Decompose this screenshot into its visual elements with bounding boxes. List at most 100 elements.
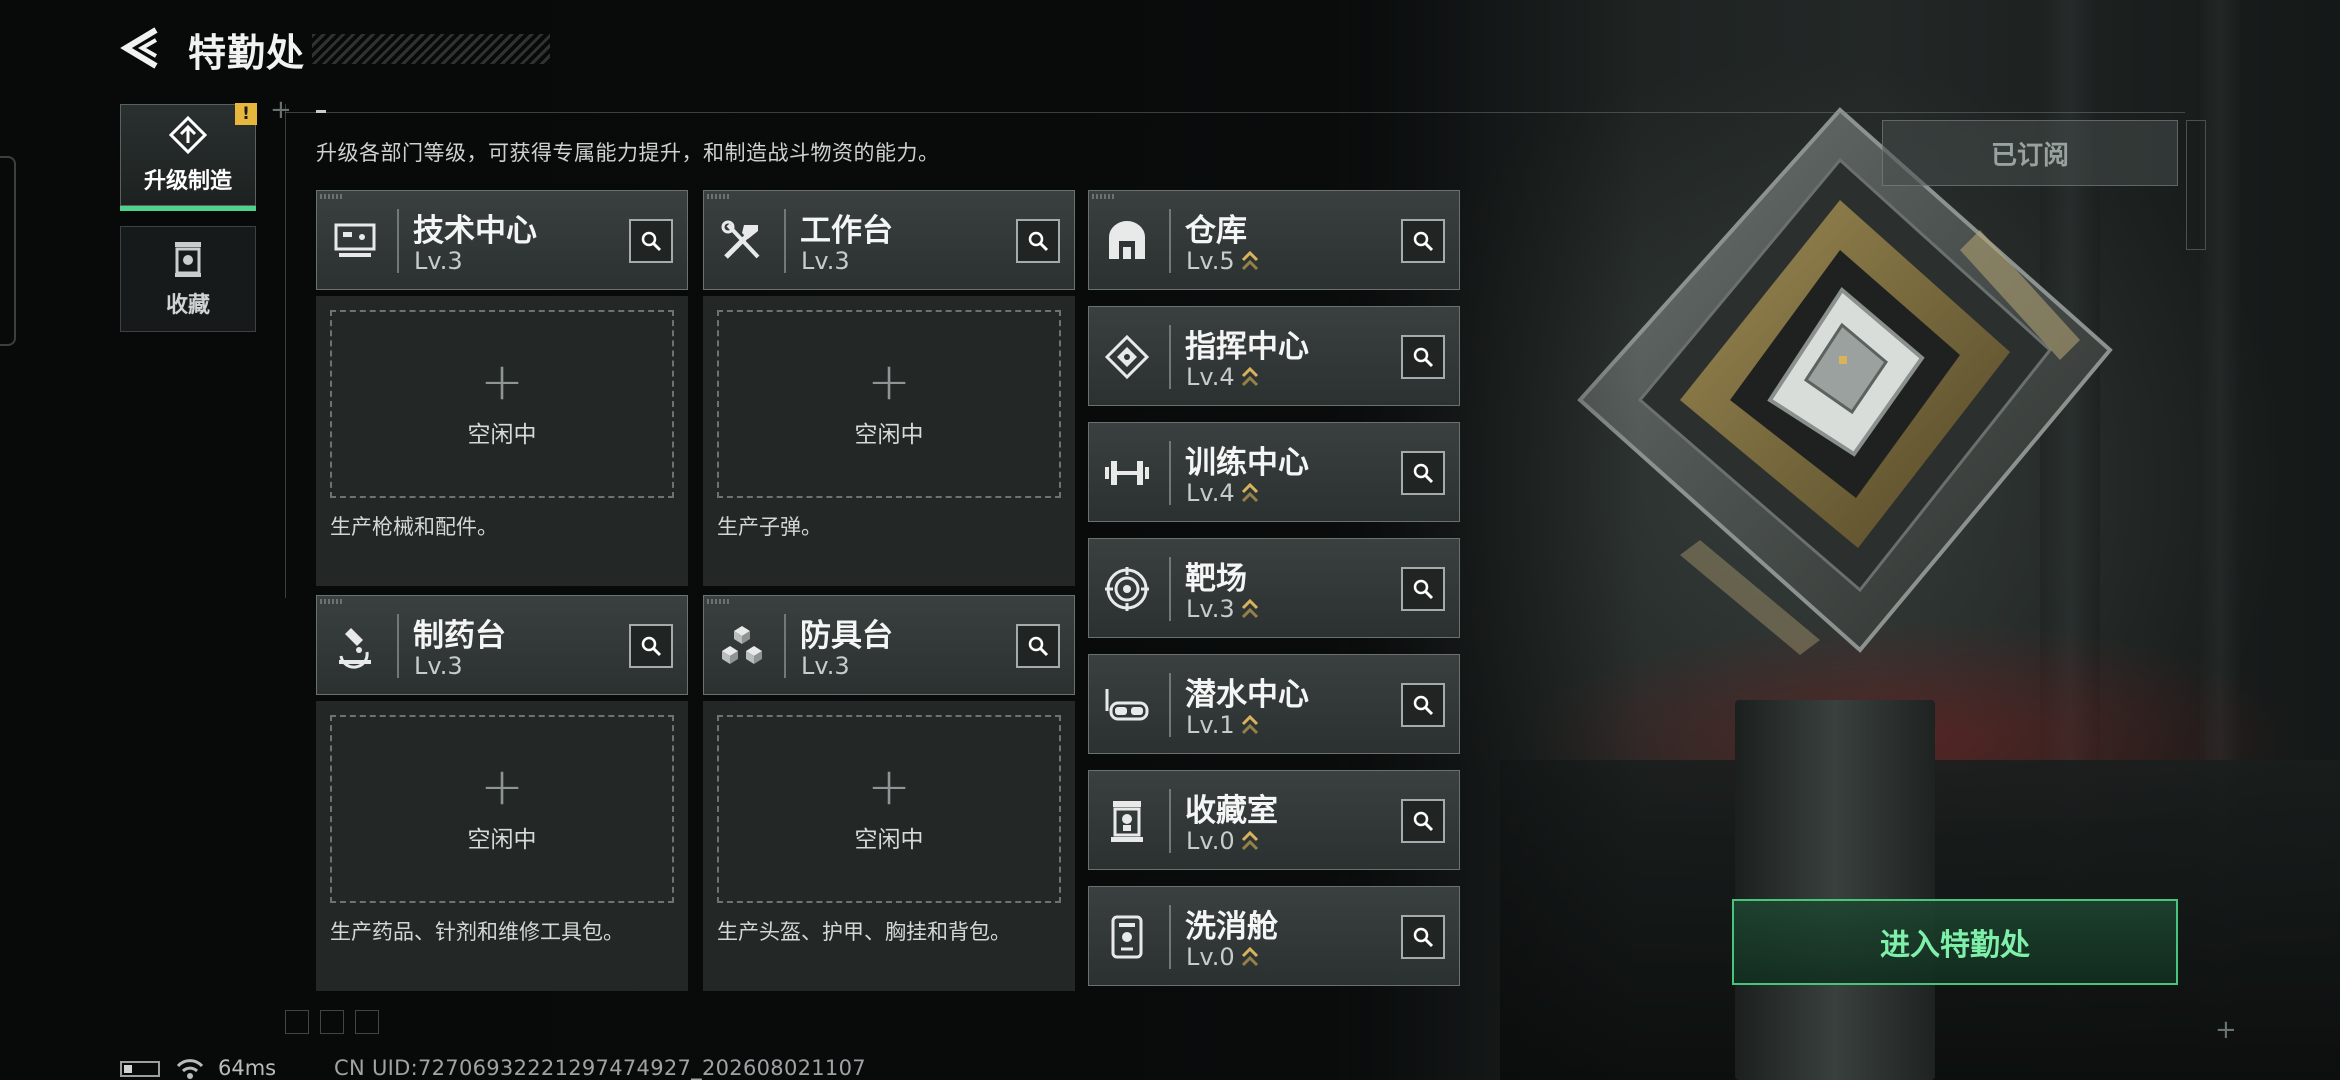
facility-card-diving-center[interactable]: 潜水中心 Lv.1 (1088, 654, 1460, 754)
level-text: Lv.4 (1186, 363, 1235, 391)
frame-corner-mark: + (2215, 1015, 2237, 1045)
slot-status: 空闲中 (467, 827, 537, 853)
production-slot[interactable]: + 空闲中 (330, 715, 674, 903)
facility-description: 生产枪械和配件。 (330, 515, 498, 539)
inspect-button[interactable] (1401, 915, 1445, 959)
upgrade-available-icon (1241, 482, 1258, 503)
add-icon: + (480, 757, 524, 817)
tab-label: 升级制造 (143, 169, 232, 194)
level-text: Lv.0 (1186, 943, 1235, 971)
level-text: Lv.4 (1186, 479, 1235, 507)
inspect-button[interactable] (629, 219, 673, 263)
production-slot[interactable]: + 空闲中 (717, 310, 1061, 498)
facility-description: 生产头盔、护甲、胸挂和背包。 (717, 920, 1011, 944)
facility-card-tech-center[interactable]: 技术中心 Lv.3 (316, 190, 688, 290)
facility-level: Lv.4 (1186, 479, 1259, 507)
facility-name: 洗消舱 (1185, 909, 1278, 945)
facility-card-pharmacy[interactable]: 制药台 Lv.3 (316, 595, 688, 695)
decon-pod-icon (1111, 915, 1143, 959)
tab-label: 收藏 (165, 293, 210, 318)
target-icon (1105, 567, 1149, 611)
facility-level: Lv.3 (414, 652, 463, 680)
enter-special-ops-button[interactable]: 进入特勤处 (1732, 899, 2178, 985)
facility-card-collection-room[interactable]: 收藏室 Lv.0 (1088, 770, 1460, 870)
frame-divider (285, 104, 286, 598)
search-icon (1028, 636, 1049, 657)
facility-card-armory[interactable]: 防具台 Lv.3 (703, 595, 1075, 695)
inspect-button[interactable] (1401, 335, 1445, 379)
inspect-button[interactable] (1016, 219, 1060, 263)
search-icon (1413, 579, 1434, 600)
inspect-button[interactable] (1401, 567, 1445, 611)
ping-readout: 64ms (218, 1056, 277, 1080)
slot-status: 空闲中 (854, 422, 924, 448)
subscribed-button[interactable]: 已订阅 (1882, 120, 2178, 186)
facility-level: Lv.1 (1186, 711, 1259, 739)
dumbbell-icon (1105, 461, 1149, 485)
inspect-button[interactable] (1401, 799, 1445, 843)
title-decoration (312, 34, 550, 64)
inspect-button[interactable] (1401, 451, 1445, 495)
facility-name: 仓库 (1185, 213, 1247, 249)
frame-marker (316, 110, 326, 113)
upgrade-available-icon (1241, 830, 1258, 851)
screen-edge-tab (0, 156, 16, 346)
microscope-icon (339, 628, 371, 669)
inspect-button[interactable] (1401, 219, 1445, 263)
facility-name: 技术中心 (413, 213, 537, 249)
search-icon (1028, 231, 1049, 252)
inspect-button[interactable] (1016, 624, 1060, 668)
back-arrow-icon[interactable] (120, 26, 164, 70)
tab-collection[interactable]: 收藏 (120, 226, 256, 332)
inspect-button[interactable] (629, 624, 673, 668)
upgrade-available-icon (1241, 250, 1258, 271)
facility-name: 收藏室 (1185, 793, 1278, 829)
facility-level: Lv.5 (1186, 247, 1259, 275)
facility-card-workbench[interactable]: 工作台 Lv.3 (703, 190, 1075, 290)
slot-status: 空闲中 (854, 827, 924, 853)
facility-name: 靶场 (1185, 561, 1247, 597)
facility-card-decon-pod[interactable]: 洗消舱 Lv.0 (1088, 886, 1460, 986)
facility-card-training-center[interactable]: 训练中心 Lv.4 (1088, 422, 1460, 522)
facility-description: 生产子弹。 (717, 515, 822, 539)
production-slot[interactable]: + 空闲中 (717, 715, 1061, 903)
facility-name: 防具台 (800, 618, 893, 654)
slot-status: 空闲中 (467, 422, 537, 448)
facility-name: 训练中心 (1185, 445, 1309, 481)
facility-level: Lv.3 (801, 247, 850, 275)
page-title: 特勤处 (188, 31, 306, 75)
page-description: 升级各部门等级，可获得专属能力提升，和制造战斗物资的能力。 (316, 141, 940, 165)
facility-level: Lv.4 (1186, 363, 1259, 391)
command-center-icon (1104, 334, 1150, 380)
facility-level: Lv.0 (1186, 943, 1259, 971)
level-text: Lv.0 (1186, 827, 1235, 855)
search-icon (1413, 231, 1434, 252)
search-icon (641, 231, 662, 252)
level-text: Lv.3 (1186, 595, 1235, 623)
facility-name: 工作台 (800, 213, 893, 249)
level-text: Lv.1 (1186, 711, 1235, 739)
diving-mask-icon (1105, 689, 1149, 721)
add-icon: + (867, 757, 911, 817)
production-slot[interactable]: + 空闲中 (330, 310, 674, 498)
upgrade-icon (168, 115, 208, 155)
wifi-icon (176, 1059, 204, 1079)
frame-divider (285, 112, 2185, 113)
tab-upgrade-craft[interactable]: 升级制造 ! (120, 103, 257, 211)
search-icon (1413, 463, 1434, 484)
warehouse-icon (1109, 221, 1145, 259)
facility-level: Lv.0 (1186, 827, 1259, 855)
inspect-button[interactable] (1401, 683, 1445, 727)
upgrade-available-icon (1241, 366, 1258, 387)
facility-level: Lv.3 (414, 247, 463, 275)
upgrade-available-icon (1241, 714, 1258, 735)
frame-corner-mark: + (270, 95, 292, 125)
production-panel-armory: + 空闲中 生产头盔、护甲、胸挂和背包。 (703, 701, 1075, 991)
search-icon (1413, 811, 1434, 832)
decor-bracket (2186, 120, 2206, 250)
production-panel-tech-center: + 空闲中 生产枪械和配件。 (316, 296, 688, 586)
collection-room-icon (1111, 801, 1143, 842)
facility-card-command-center[interactable]: 指挥中心 Lv.4 (1088, 306, 1460, 406)
facility-card-shooting-range[interactable]: 靶场 Lv.3 (1088, 538, 1460, 638)
facility-card-warehouse[interactable]: 仓库 Lv.5 (1088, 190, 1460, 290)
